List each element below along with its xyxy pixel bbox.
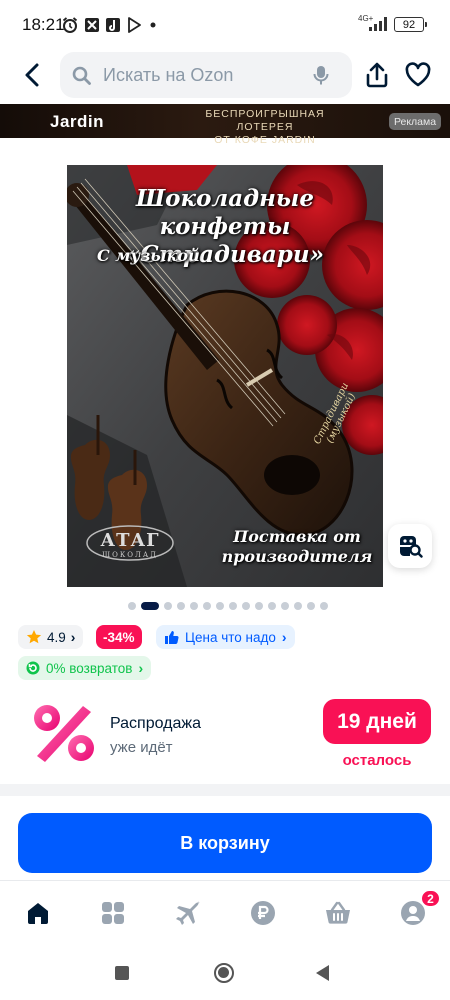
- ruble-icon: [251, 901, 275, 925]
- product-image[interactable]: Шоколадные конфеты «Страдивари» С музыко…: [67, 165, 383, 587]
- sale-subtitle: уже идёт: [110, 739, 173, 756]
- visual-search-icon: [400, 536, 423, 558]
- good-price-chip[interactable]: Цена что надо ›: [156, 625, 295, 649]
- ad-text-line2: ОТ КОФЕ JARDIN: [214, 134, 316, 146]
- ad-banner[interactable]: Jardin БЕСПРОИГРЫШНАЯ ЛОТЕРЕЯ ОТ КОФЕ JA…: [0, 104, 450, 146]
- rating-chip[interactable]: 4.9 ›: [18, 625, 84, 649]
- days-remaining-badge: 19 дней: [323, 699, 431, 744]
- bottom-navigation: [0, 880, 450, 946]
- gallery-dot-active[interactable]: [141, 602, 159, 610]
- good-price-label: Цена что надо: [185, 629, 276, 645]
- gallery-dot[interactable]: [190, 602, 198, 610]
- heart-icon: [405, 62, 431, 87]
- cart-icon: [326, 901, 350, 924]
- travel-icon: [176, 901, 200, 925]
- star-icon: [26, 630, 42, 644]
- back-button[interactable]: [18, 60, 48, 90]
- favorite-button[interactable]: [404, 61, 432, 89]
- gallery-dot[interactable]: [164, 602, 172, 610]
- gallery-dot[interactable]: [242, 602, 250, 610]
- battery-indicator: 92: [394, 17, 427, 32]
- logo-text: АТАГ: [100, 530, 160, 551]
- product-image-footer: Поставка от производителя: [217, 527, 377, 567]
- nav-catalog[interactable]: [98, 898, 128, 928]
- status-bar: 18:21 4G+ 92: [0, 0, 450, 50]
- chevron-right-icon: ›: [281, 629, 287, 645]
- chevron-right-icon: ›: [138, 660, 144, 676]
- product-image-title-line1: Шоколадные конфеты: [136, 185, 314, 240]
- ad-text-line1: БЕСПРОИГРЫШНАЯ ЛОТЕРЕЯ: [205, 108, 325, 133]
- back-arrow-icon: [25, 63, 39, 87]
- ad-text: БЕСПРОИГРЫШНАЯ ЛОТЕРЕЯ ОТ КОФЕ JARDIN: [175, 108, 355, 147]
- manufacturer-logo: АТАГ ШОКОЛАД: [85, 523, 175, 563]
- discount-badge: -34%: [96, 625, 142, 649]
- share-button[interactable]: [364, 61, 390, 89]
- gallery-dot[interactable]: [216, 602, 224, 610]
- logo-subtext: ШОКОЛАД: [102, 551, 158, 559]
- ad-tag[interactable]: Реклама: [389, 113, 441, 130]
- play-store-icon: [124, 15, 144, 35]
- home-icon: [28, 903, 48, 924]
- status-time: 18:21: [22, 15, 65, 34]
- section-divider: [0, 784, 450, 796]
- days-remaining-label: осталось: [342, 752, 412, 769]
- gallery-dot[interactable]: [281, 602, 289, 610]
- profile-notification-badge: 2: [420, 889, 441, 908]
- gallery-dot[interactable]: [128, 602, 136, 610]
- return-icon: [26, 661, 40, 675]
- gallery-pagination[interactable]: [128, 601, 328, 611]
- image-search-button[interactable]: [388, 524, 432, 568]
- microphone-icon[interactable]: [313, 65, 329, 86]
- chevron-right-icon: ›: [70, 629, 76, 645]
- nav-home[interactable]: [23, 898, 53, 928]
- recent-apps-button[interactable]: [115, 966, 129, 980]
- gallery-dot[interactable]: [177, 602, 185, 610]
- returns-chip[interactable]: 0% возвратов ›: [18, 656, 152, 680]
- search-input[interactable]: Искать на Ozon: [60, 52, 352, 98]
- add-to-cart-button[interactable]: В корзину: [18, 813, 432, 873]
- sale-title: Распродажа: [110, 715, 201, 732]
- search-icon: [72, 66, 91, 85]
- catalog-icon: [102, 902, 124, 924]
- nav-travel[interactable]: [173, 898, 203, 928]
- signal-icon: [369, 17, 387, 31]
- nav-finance[interactable]: [248, 898, 278, 928]
- app-notification-icon-2: [103, 15, 123, 35]
- gallery-dot[interactable]: [203, 602, 211, 610]
- gallery-dot[interactable]: [255, 602, 263, 610]
- gallery-dot[interactable]: [320, 602, 328, 610]
- thumbs-up-icon: [165, 630, 179, 644]
- gallery-dot[interactable]: [307, 602, 315, 610]
- gallery-dot[interactable]: [229, 602, 237, 610]
- more-notifications-dot: [143, 15, 163, 35]
- battery-level: 92: [402, 18, 416, 31]
- product-image-subtitle: С музыкой: [97, 246, 200, 265]
- product-image-footer-line2: производителя: [221, 547, 373, 566]
- gallery-dot[interactable]: [268, 602, 276, 610]
- percent-icon: [28, 700, 100, 766]
- system-back-button[interactable]: [316, 965, 329, 981]
- nav-cart[interactable]: [323, 898, 353, 928]
- alarm-icon: [60, 15, 80, 35]
- share-icon: [366, 62, 388, 88]
- ad-brand: Jardin: [50, 112, 105, 131]
- product-image-footer-line1: Поставка от: [233, 527, 361, 546]
- returns-label: 0% возвратов: [46, 660, 133, 676]
- rating-value: 4.9: [47, 629, 66, 645]
- search-placeholder: Искать на Ozon: [103, 65, 234, 85]
- gallery-dot[interactable]: [294, 602, 302, 610]
- home-button[interactable]: [214, 963, 234, 983]
- app-notification-icon: [82, 15, 102, 35]
